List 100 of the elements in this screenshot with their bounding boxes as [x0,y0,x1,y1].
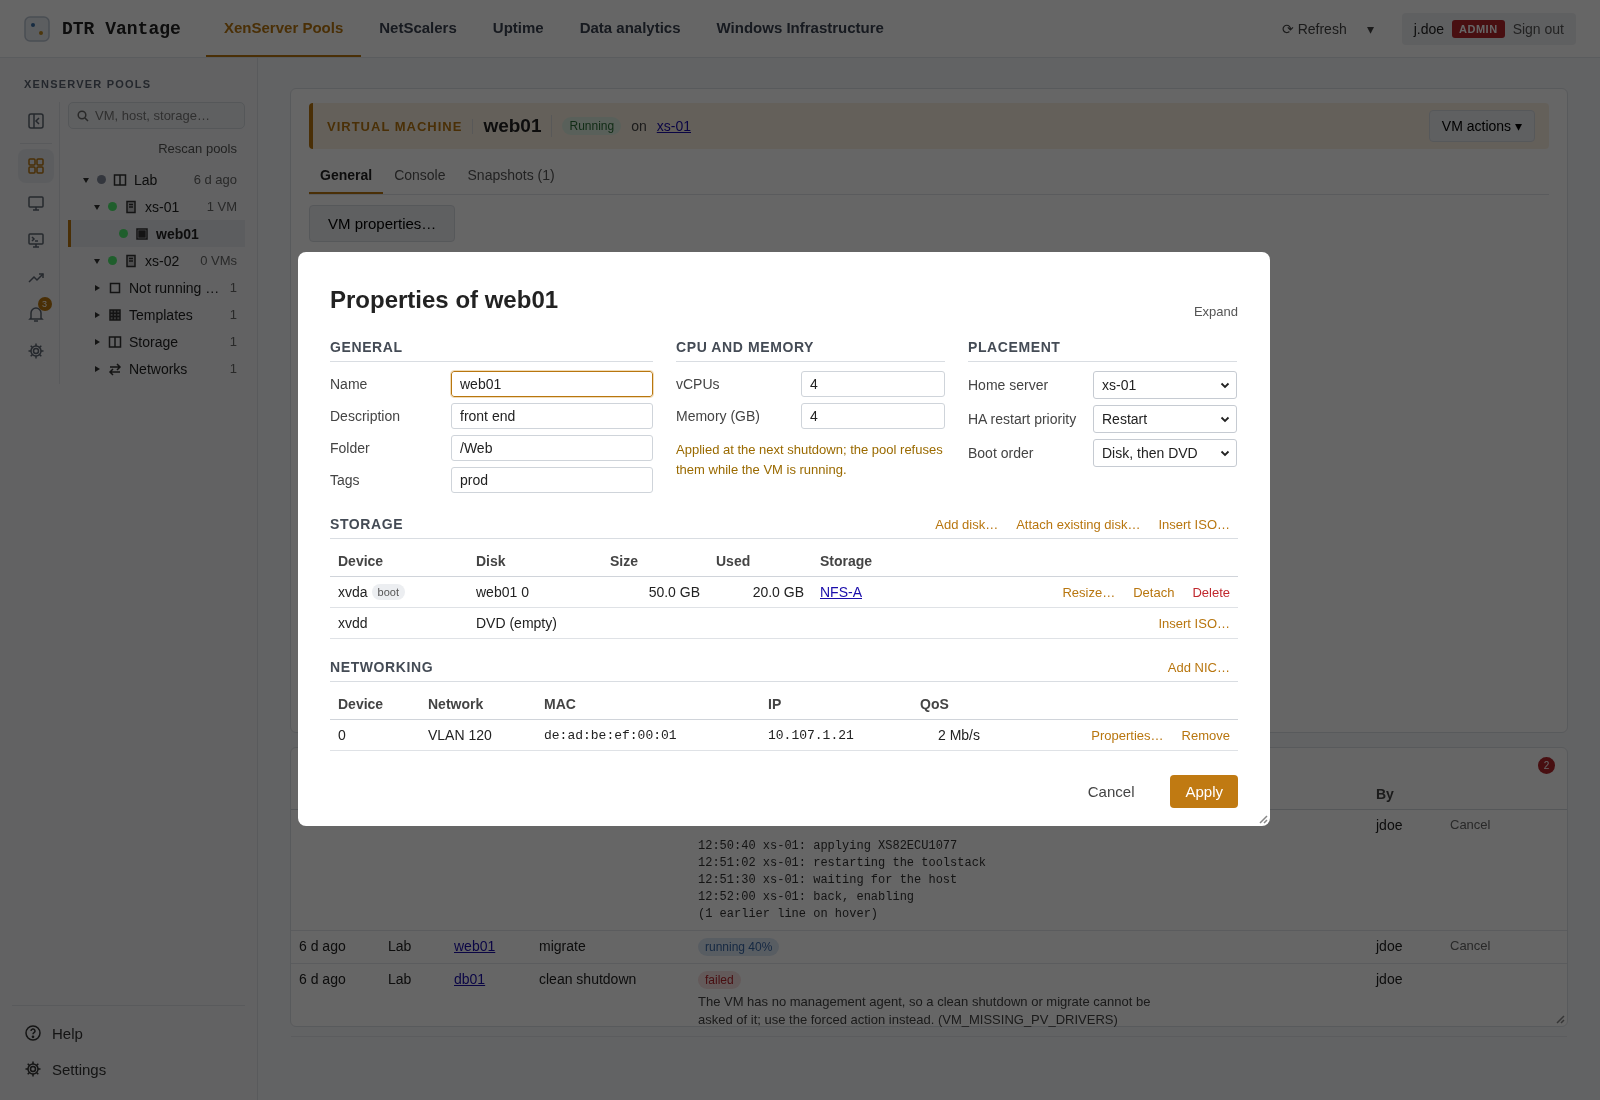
sidebar-title: XENSERVER POOLS [23,78,153,90]
object-link[interactable]: web01 [454,938,539,956]
tree-label: Not running … [129,279,221,296]
expand-link[interactable]: Expand [1193,304,1238,319]
tree-item[interactable]: Templates 1 [68,301,245,328]
table-cell: VLAN 120 [428,727,492,743]
square-icon [108,280,122,295]
dropdown[interactable]: xs-01 [1093,371,1237,399]
count-badge: 2 [1538,756,1555,774]
footer-link[interactable]: Settings [12,1054,245,1084]
tree-label: web01 [156,225,200,242]
caret-right-icon[interactable] [93,364,101,373]
network-icon [108,361,122,376]
table-cell: 20.0 GB [752,584,804,600]
tree-item[interactable]: xs-02 0 VMs [68,247,245,274]
tree-label: Storage [129,333,180,350]
number-field[interactable]: 4 [801,403,945,429]
tree-item[interactable]: web01 [68,220,245,247]
text-field[interactable]: web01 [451,371,653,397]
tree-item[interactable]: Storage 1 [68,328,245,355]
action-link[interactable]: Detach [1133,584,1175,600]
storage-icon [108,334,122,349]
app-name: DTR Vantage [62,18,181,39]
tree-item[interactable]: xs-01 1 VM [68,193,245,220]
tree-label: xs-02 [145,252,181,269]
action-link[interactable]: Attach existing disk… [1016,516,1141,532]
action-link[interactable]: Insert ISO… [1158,615,1230,631]
help-icon [24,1024,42,1042]
cancel-button[interactable]: Cancel [1081,782,1141,801]
caret-down-icon[interactable] [93,202,101,211]
chevron-down-icon [1220,414,1230,424]
status-badge: failed [698,971,741,989]
field-label: Tags [330,472,360,488]
section-title: STORAGE [330,516,404,532]
status-badge: Running [562,117,622,135]
host-link[interactable]: xs-01 [656,118,691,134]
caret-right-icon[interactable] [93,310,101,319]
logo-icon[interactable] [24,15,50,42]
column-header: Size [610,552,639,569]
sign-out-link[interactable]: Sign out [1512,20,1564,37]
apply-button[interactable]: Apply [1170,775,1238,808]
action-link[interactable]: Add NIC… [1167,659,1230,675]
host-prefix: on [631,118,647,134]
status-badge: running 40% [698,938,780,956]
caret-down-icon[interactable] [82,175,90,184]
log-line: 12:50:40 xs-01: applying XS82ECU1077 [698,838,959,855]
nav-tab[interactable]: NetScalers [361,0,475,57]
object-kind: VIRTUAL MACHINE [327,118,474,134]
rail-button[interactable]: 3 [17,297,54,331]
caret-right-icon[interactable] [93,283,101,292]
footer-link[interactable]: Help [12,1018,245,1048]
action-link[interactable]: Delete [1192,584,1230,600]
log-line: 12:52:00 xs-01: back, enabling [698,889,916,906]
action-link[interactable]: Resize… [1062,584,1116,600]
vm-icon [135,226,149,241]
refresh-button[interactable]: ⟳ Refresh [1275,16,1353,41]
table-cell: xvda [338,584,368,600]
vm-actions-button[interactable]: VM actions ▾ [1428,110,1535,142]
nav-tab[interactable]: Data analytics [561,0,699,57]
rail-button[interactable] [17,149,54,183]
resize-handle-icon[interactable] [1556,1015,1565,1024]
section-title: GENERAL [330,339,653,362]
caret-down-icon[interactable] [93,256,101,265]
action-link[interactable]: Insert ISO… [1158,516,1230,532]
field-label: vCPUs [676,376,720,392]
menu-caret[interactable]: ▾ [1360,16,1380,41]
text-field[interactable]: front end [451,403,653,429]
tab[interactable]: General [309,159,384,194]
tree-count: 1 VM [206,199,237,214]
action-link[interactable]: Properties… [1091,727,1164,743]
cancel-link[interactable]: Cancel [1450,817,1559,923]
dropdown[interactable]: Restart [1093,405,1237,433]
vm-name: web01 [483,115,553,137]
tree-count: 1 [229,307,237,322]
table-cell: xvdd [338,615,368,631]
column-header: By [1376,786,1395,802]
action-link[interactable]: Remove [1181,727,1230,743]
dropdown[interactable]: Disk, then DVD [1093,439,1237,467]
action-link[interactable]: Add disk… [935,516,999,532]
storage-link[interactable]: NFS-A [820,584,862,600]
tree-count: 1 [229,334,237,349]
caret-right-icon[interactable] [93,337,101,346]
nav-tab[interactable]: Uptime [474,0,562,57]
settings-icon [26,342,45,360]
resize-handle-icon[interactable] [1259,815,1268,824]
tree-item[interactable]: Not running … 1 [68,274,245,301]
text-field[interactable]: prod [451,467,653,493]
rescan-link[interactable]: Rescan pools [68,141,237,156]
cancel-link[interactable]: Cancel [1450,938,1559,956]
column-header: MAC [544,695,577,712]
object-link[interactable]: db01 [454,971,539,1029]
nav-tab[interactable]: Windows Infrastructure [698,0,902,57]
vm-properties-button[interactable]: VM properties… [309,205,456,242]
tab[interactable]: Console [383,159,457,194]
table-cell-text: migrate [539,938,587,956]
tree-item[interactable]: Networks 1 [68,355,245,382]
table-cell-text: jdoe [1376,817,1404,835]
number-field[interactable]: 4 [801,371,945,397]
tab[interactable]: Snapshots (1) [456,159,566,194]
text-field[interactable]: /Web [451,435,653,461]
